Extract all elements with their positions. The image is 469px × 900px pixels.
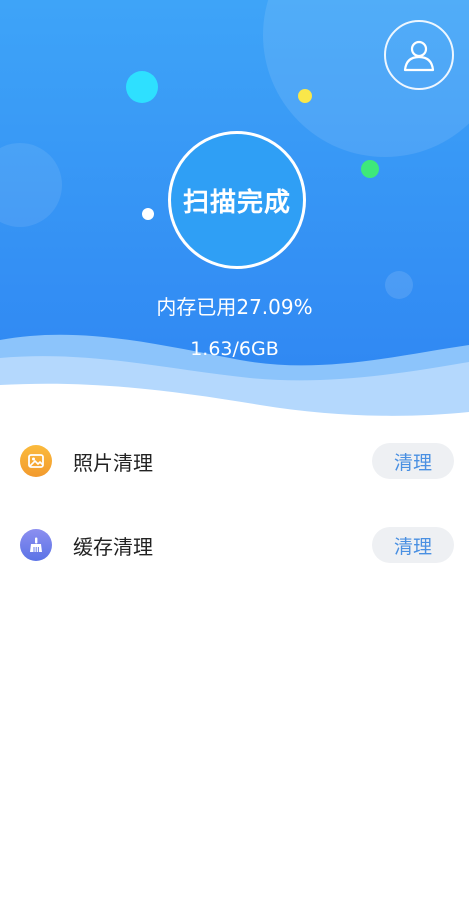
broom-icon <box>20 529 52 561</box>
decor-dot-cyan <box>126 71 158 103</box>
photo-icon <box>20 445 52 477</box>
user-icon <box>403 40 435 72</box>
memory-size-text: 1.63/6GB <box>190 338 279 360</box>
scan-status-label: 扫描完成 <box>182 187 291 218</box>
list-item-label: 照片清理 <box>73 451 153 475</box>
profile-button[interactable] <box>384 20 454 90</box>
scan-status-button[interactable]: 扫描完成 <box>168 131 306 269</box>
memory-usage-text: 内存已用27.09% <box>156 295 313 319</box>
cleanup-list: 照片清理 清理 缓存清理 清理 <box>0 420 469 588</box>
list-item-cache-cleanup: 缓存清理 清理 <box>0 504 469 588</box>
list-item-photo-cleanup: 照片清理 清理 <box>0 420 469 504</box>
header: 扫描完成 内存已用27.09% 1.63/6GB <box>0 0 469 430</box>
decor-dot-yellow <box>298 89 312 103</box>
decor-dot-white <box>142 208 154 220</box>
list-item-label: 缓存清理 <box>73 535 153 559</box>
photo-cleanup-button[interactable]: 清理 <box>372 443 454 479</box>
decor-dot-green <box>361 160 379 178</box>
cache-cleanup-button[interactable]: 清理 <box>372 527 454 563</box>
